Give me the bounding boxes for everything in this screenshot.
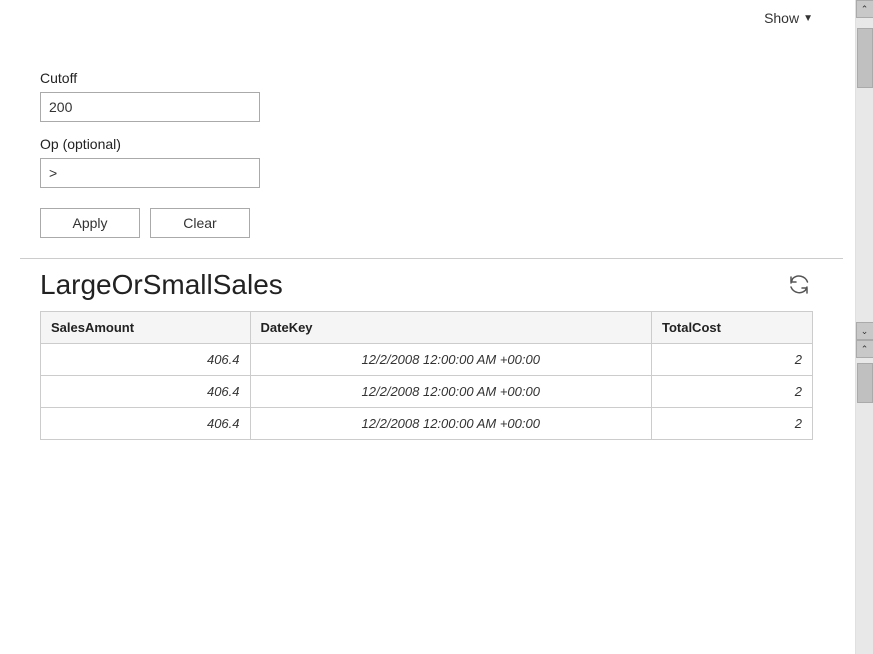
- col-total-cost: TotalCost: [651, 312, 812, 344]
- cell-date-3: 12/2/2008 12:00:00 AM +00:00: [250, 408, 651, 440]
- cell-cost-1: 2: [651, 344, 812, 376]
- table-title: LargeOrSmallSales: [40, 269, 283, 301]
- cell-sales-1: 406.4: [41, 344, 251, 376]
- scroll-down-button[interactable]: ⌄: [856, 322, 873, 340]
- table-header-row: LargeOrSmallSales: [40, 269, 813, 301]
- cell-sales-2: 406.4: [41, 376, 251, 408]
- apply-button[interactable]: Apply: [40, 208, 140, 238]
- show-button[interactable]: Show ▼: [764, 10, 813, 26]
- show-label: Show: [764, 10, 799, 26]
- table-scroll-track: [856, 358, 873, 654]
- op-input[interactable]: [40, 158, 260, 188]
- cell-date-1: 12/2/2008 12:00:00 AM +00:00: [250, 344, 651, 376]
- content-area: Cutoff Op (optional) Apply Clear LargeOr…: [0, 0, 873, 654]
- top-bar: Show ▼: [764, 10, 813, 26]
- cell-date-2: 12/2/2008 12:00:00 AM +00:00: [250, 376, 651, 408]
- main-container: Show ▼ ⌃ ⌄ ⌃ Cutoff Op (optional) Apply …: [0, 0, 873, 654]
- scroll-track: [856, 18, 873, 322]
- show-arrow-icon: ▼: [803, 13, 813, 24]
- table-scroll-thumb[interactable]: [857, 363, 873, 403]
- refresh-icon[interactable]: [785, 271, 813, 299]
- table-section: LargeOrSmallSales SalesAmount DateKey To…: [30, 269, 843, 440]
- cell-sales-3: 406.4: [41, 408, 251, 440]
- form-section: Cutoff Op (optional) Apply Clear: [30, 20, 843, 238]
- scroll-up-button[interactable]: ⌃: [856, 0, 873, 18]
- clear-button[interactable]: Clear: [150, 208, 250, 238]
- cell-cost-3: 2: [651, 408, 812, 440]
- table-scrollbar: ⌃: [855, 340, 873, 654]
- data-table: SalesAmount DateKey TotalCost 406.4 12/2…: [40, 311, 813, 440]
- cutoff-label: Cutoff: [40, 70, 813, 86]
- table-header-row-el: SalesAmount DateKey TotalCost: [41, 312, 813, 344]
- table-scroll-up-button[interactable]: ⌃: [856, 340, 873, 358]
- table-row: 406.4 12/2/2008 12:00:00 AM +00:00 2: [41, 376, 813, 408]
- op-label: Op (optional): [40, 136, 813, 152]
- col-date-key: DateKey: [250, 312, 651, 344]
- buttons-row: Apply Clear: [40, 208, 813, 238]
- col-sales-amount: SalesAmount: [41, 312, 251, 344]
- cell-cost-2: 2: [651, 376, 812, 408]
- table-row: 406.4 12/2/2008 12:00:00 AM +00:00 2: [41, 344, 813, 376]
- top-scrollbar: ⌃ ⌄: [855, 0, 873, 340]
- table-row: 406.4 12/2/2008 12:00:00 AM +00:00 2: [41, 408, 813, 440]
- section-divider: [20, 258, 843, 259]
- cutoff-input[interactable]: [40, 92, 260, 122]
- scroll-thumb[interactable]: [857, 28, 873, 88]
